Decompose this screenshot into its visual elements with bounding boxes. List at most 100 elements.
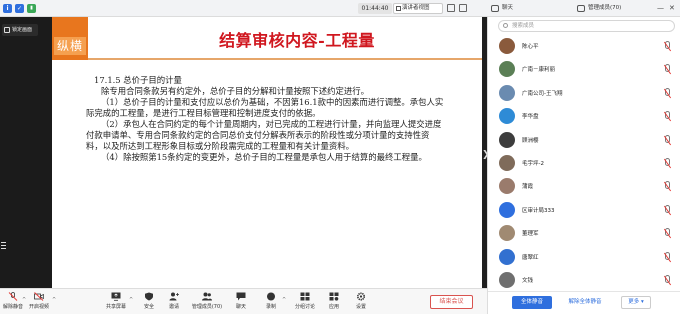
apps-button[interactable]: 应用 bbox=[325, 292, 343, 310]
meeting-info-icon[interactable]: i bbox=[3, 3, 12, 13]
close-icon[interactable]: ✕ bbox=[669, 3, 675, 14]
chat-icon bbox=[236, 292, 246, 301]
tab-members-label: 管理成员(70) bbox=[588, 5, 622, 11]
slide-body: 17.1.5 总价子目的计量 除专用合同条款另有约定外，总价子目的分解和计量按照… bbox=[86, 75, 444, 163]
fullscreen-icon[interactable] bbox=[459, 4, 467, 12]
slide-paragraph: （4）除按照第15条约定的变更外，总价子目的工程量是承包人用于结算的最终工程量。 bbox=[101, 152, 427, 162]
avatar bbox=[499, 61, 515, 78]
member-row[interactable]: 广南－康利丽 bbox=[488, 58, 680, 81]
start-video-button[interactable]: 开启视频 bbox=[26, 292, 52, 310]
mic-off-icon[interactable] bbox=[665, 64, 670, 73]
settings-label: 设置 bbox=[355, 304, 366, 310]
mic-off-icon[interactable] bbox=[665, 134, 670, 143]
security-button[interactable]: 安全 bbox=[140, 292, 158, 310]
avatar bbox=[499, 248, 515, 265]
member-name: 广南－康利丽 bbox=[522, 67, 556, 74]
end-meeting-button[interactable]: 结束会议 bbox=[430, 295, 473, 309]
members-panel: 搜索成员 陈心平广南－康利丽广南公司-王飞翔李华盘顾洲樱 毛宇坪-2 蒲霞区审计局3… bbox=[487, 17, 680, 314]
lock-view-label: 锁定画面 bbox=[12, 27, 33, 33]
breakout-button[interactable]: 分组讨论 bbox=[290, 292, 320, 310]
avatar bbox=[499, 84, 515, 101]
shared-slide: 纵横 结算审核内容-工程量 17.1.5 总价子目的计量 除专用合同条款另有约定… bbox=[52, 17, 482, 288]
avatar bbox=[499, 178, 515, 195]
tab-members[interactable]: 管理成员(70) bbox=[577, 3, 621, 14]
apps-label: 应用 bbox=[328, 304, 339, 310]
member-row[interactable]: 广南公司-王飞翔 bbox=[488, 82, 680, 105]
slide-section-heading: 17.1.5 总价子目的计量 bbox=[94, 75, 182, 85]
member-row[interactable]: 蒲霞 bbox=[488, 175, 680, 198]
member-search-placeholder: 搜索成员 bbox=[512, 23, 535, 29]
search-icon bbox=[503, 23, 508, 28]
tab-chat[interactable]: 聊天 bbox=[491, 3, 513, 14]
member-row[interactable]: 唐翠红 bbox=[488, 246, 680, 269]
member-search-input[interactable]: 搜索成员 bbox=[498, 20, 675, 32]
share-screen-button[interactable]: 共享屏幕 bbox=[104, 292, 128, 310]
member-name: 文钱 bbox=[522, 277, 534, 284]
member-row[interactable]: 毛宇坪-2 bbox=[488, 152, 680, 175]
invite-icon bbox=[169, 292, 179, 301]
bottom-toolbar: 解除静音 ^ 开启视频 ^ 共享屏幕 ^ 安全 邀请 管理成员(70) 聊天 录… bbox=[0, 288, 487, 314]
apps-icon bbox=[329, 292, 339, 301]
invite-button[interactable]: 邀请 bbox=[165, 292, 183, 310]
chat-button[interactable]: 聊天 bbox=[232, 292, 250, 310]
avatar bbox=[499, 154, 515, 171]
top-bar: i ✓ ▮ 01:44:40 演讲者视图 聊天 管理成员(70) — ✕ bbox=[0, 0, 680, 17]
member-row[interactable]: 董理军 bbox=[488, 222, 680, 245]
view-mode-label: 演讲者视图 bbox=[402, 5, 430, 11]
member-name: 区审计局333 bbox=[522, 207, 555, 214]
chevron-up-icon[interactable]: ^ bbox=[129, 297, 133, 303]
signal-icon: ▮ bbox=[27, 3, 36, 13]
avatar bbox=[499, 271, 515, 288]
chevron-up-icon[interactable]: ^ bbox=[52, 297, 56, 303]
slide-header: 纵横 结算审核内容-工程量 bbox=[52, 17, 482, 60]
member-row[interactable]: 陈心平 bbox=[488, 35, 680, 58]
menu-icon[interactable] bbox=[1, 242, 6, 251]
member-row[interactable]: 文钱 bbox=[488, 269, 680, 292]
chevron-up-icon[interactable]: ^ bbox=[282, 297, 286, 303]
member-name: 陈心平 bbox=[522, 44, 539, 50]
slide-paragraph: （1）总价子目的计量和支付应以总价为基础，不因第16.1款中的因素而进行调整。承… bbox=[86, 97, 444, 118]
member-name: 唐翠红 bbox=[522, 254, 539, 261]
record-button[interactable]: 录制 bbox=[262, 292, 280, 310]
avatar bbox=[499, 225, 515, 242]
manage-members-button[interactable]: 管理成员(70) bbox=[187, 292, 227, 310]
mic-off-icon[interactable] bbox=[665, 228, 670, 237]
member-name: 蒲霞 bbox=[522, 184, 534, 191]
meeting-timer: 01:44:40 bbox=[358, 3, 392, 14]
shield-icon[interactable]: ✓ bbox=[15, 3, 24, 13]
security-label: 安全 bbox=[143, 304, 154, 310]
unmute-all-button[interactable]: 解除全体静音 bbox=[561, 296, 609, 309]
lock-icon bbox=[4, 27, 10, 33]
member-row[interactable]: 李华盘 bbox=[488, 105, 680, 128]
lock-view-button[interactable]: 锁定画面 bbox=[2, 24, 38, 36]
pin-icon[interactable] bbox=[447, 4, 455, 12]
mic-off-icon[interactable] bbox=[665, 41, 670, 49]
member-row[interactable]: 顾洲樱 bbox=[488, 129, 680, 152]
mute-all-button[interactable]: 全体静音 bbox=[512, 296, 552, 309]
left-video-strip: 锁定画面 bbox=[0, 17, 52, 288]
meeting-window: i ✓ ▮ 01:44:40 演讲者视图 聊天 管理成员(70) — ✕ 锁定画… bbox=[0, 0, 680, 314]
more-button[interactable]: 更多 ▾ bbox=[621, 296, 651, 309]
breakout-icon bbox=[300, 292, 310, 301]
gear-icon bbox=[356, 292, 366, 301]
unmute-label: 解除静音 bbox=[2, 304, 23, 310]
mic-off-icon[interactable] bbox=[665, 181, 670, 190]
mic-off-icon[interactable] bbox=[665, 251, 670, 260]
settings-button[interactable]: 设置 bbox=[352, 292, 370, 310]
members-panel-footer: 全体静音 解除全体静音 更多 ▾ bbox=[488, 291, 680, 314]
member-row[interactable]: 区审计局333 bbox=[488, 199, 680, 222]
chat-icon bbox=[491, 5, 499, 12]
view-mode-button[interactable]: 演讲者视图 bbox=[393, 3, 443, 14]
minimize-icon[interactable]: — bbox=[657, 3, 664, 14]
member-name: 李华盘 bbox=[522, 114, 539, 121]
mic-off-icon[interactable] bbox=[665, 111, 670, 120]
avatar bbox=[499, 201, 515, 218]
start-video-label: 开启视频 bbox=[28, 304, 49, 310]
mic-off-icon[interactable] bbox=[665, 204, 670, 213]
grid-icon bbox=[396, 6, 401, 11]
mic-off-icon[interactable] bbox=[665, 157, 670, 166]
invite-label: 邀请 bbox=[168, 304, 179, 310]
mic-off-icon[interactable] bbox=[665, 87, 670, 96]
mic-off-icon[interactable] bbox=[665, 274, 670, 283]
avatar bbox=[499, 38, 515, 54]
